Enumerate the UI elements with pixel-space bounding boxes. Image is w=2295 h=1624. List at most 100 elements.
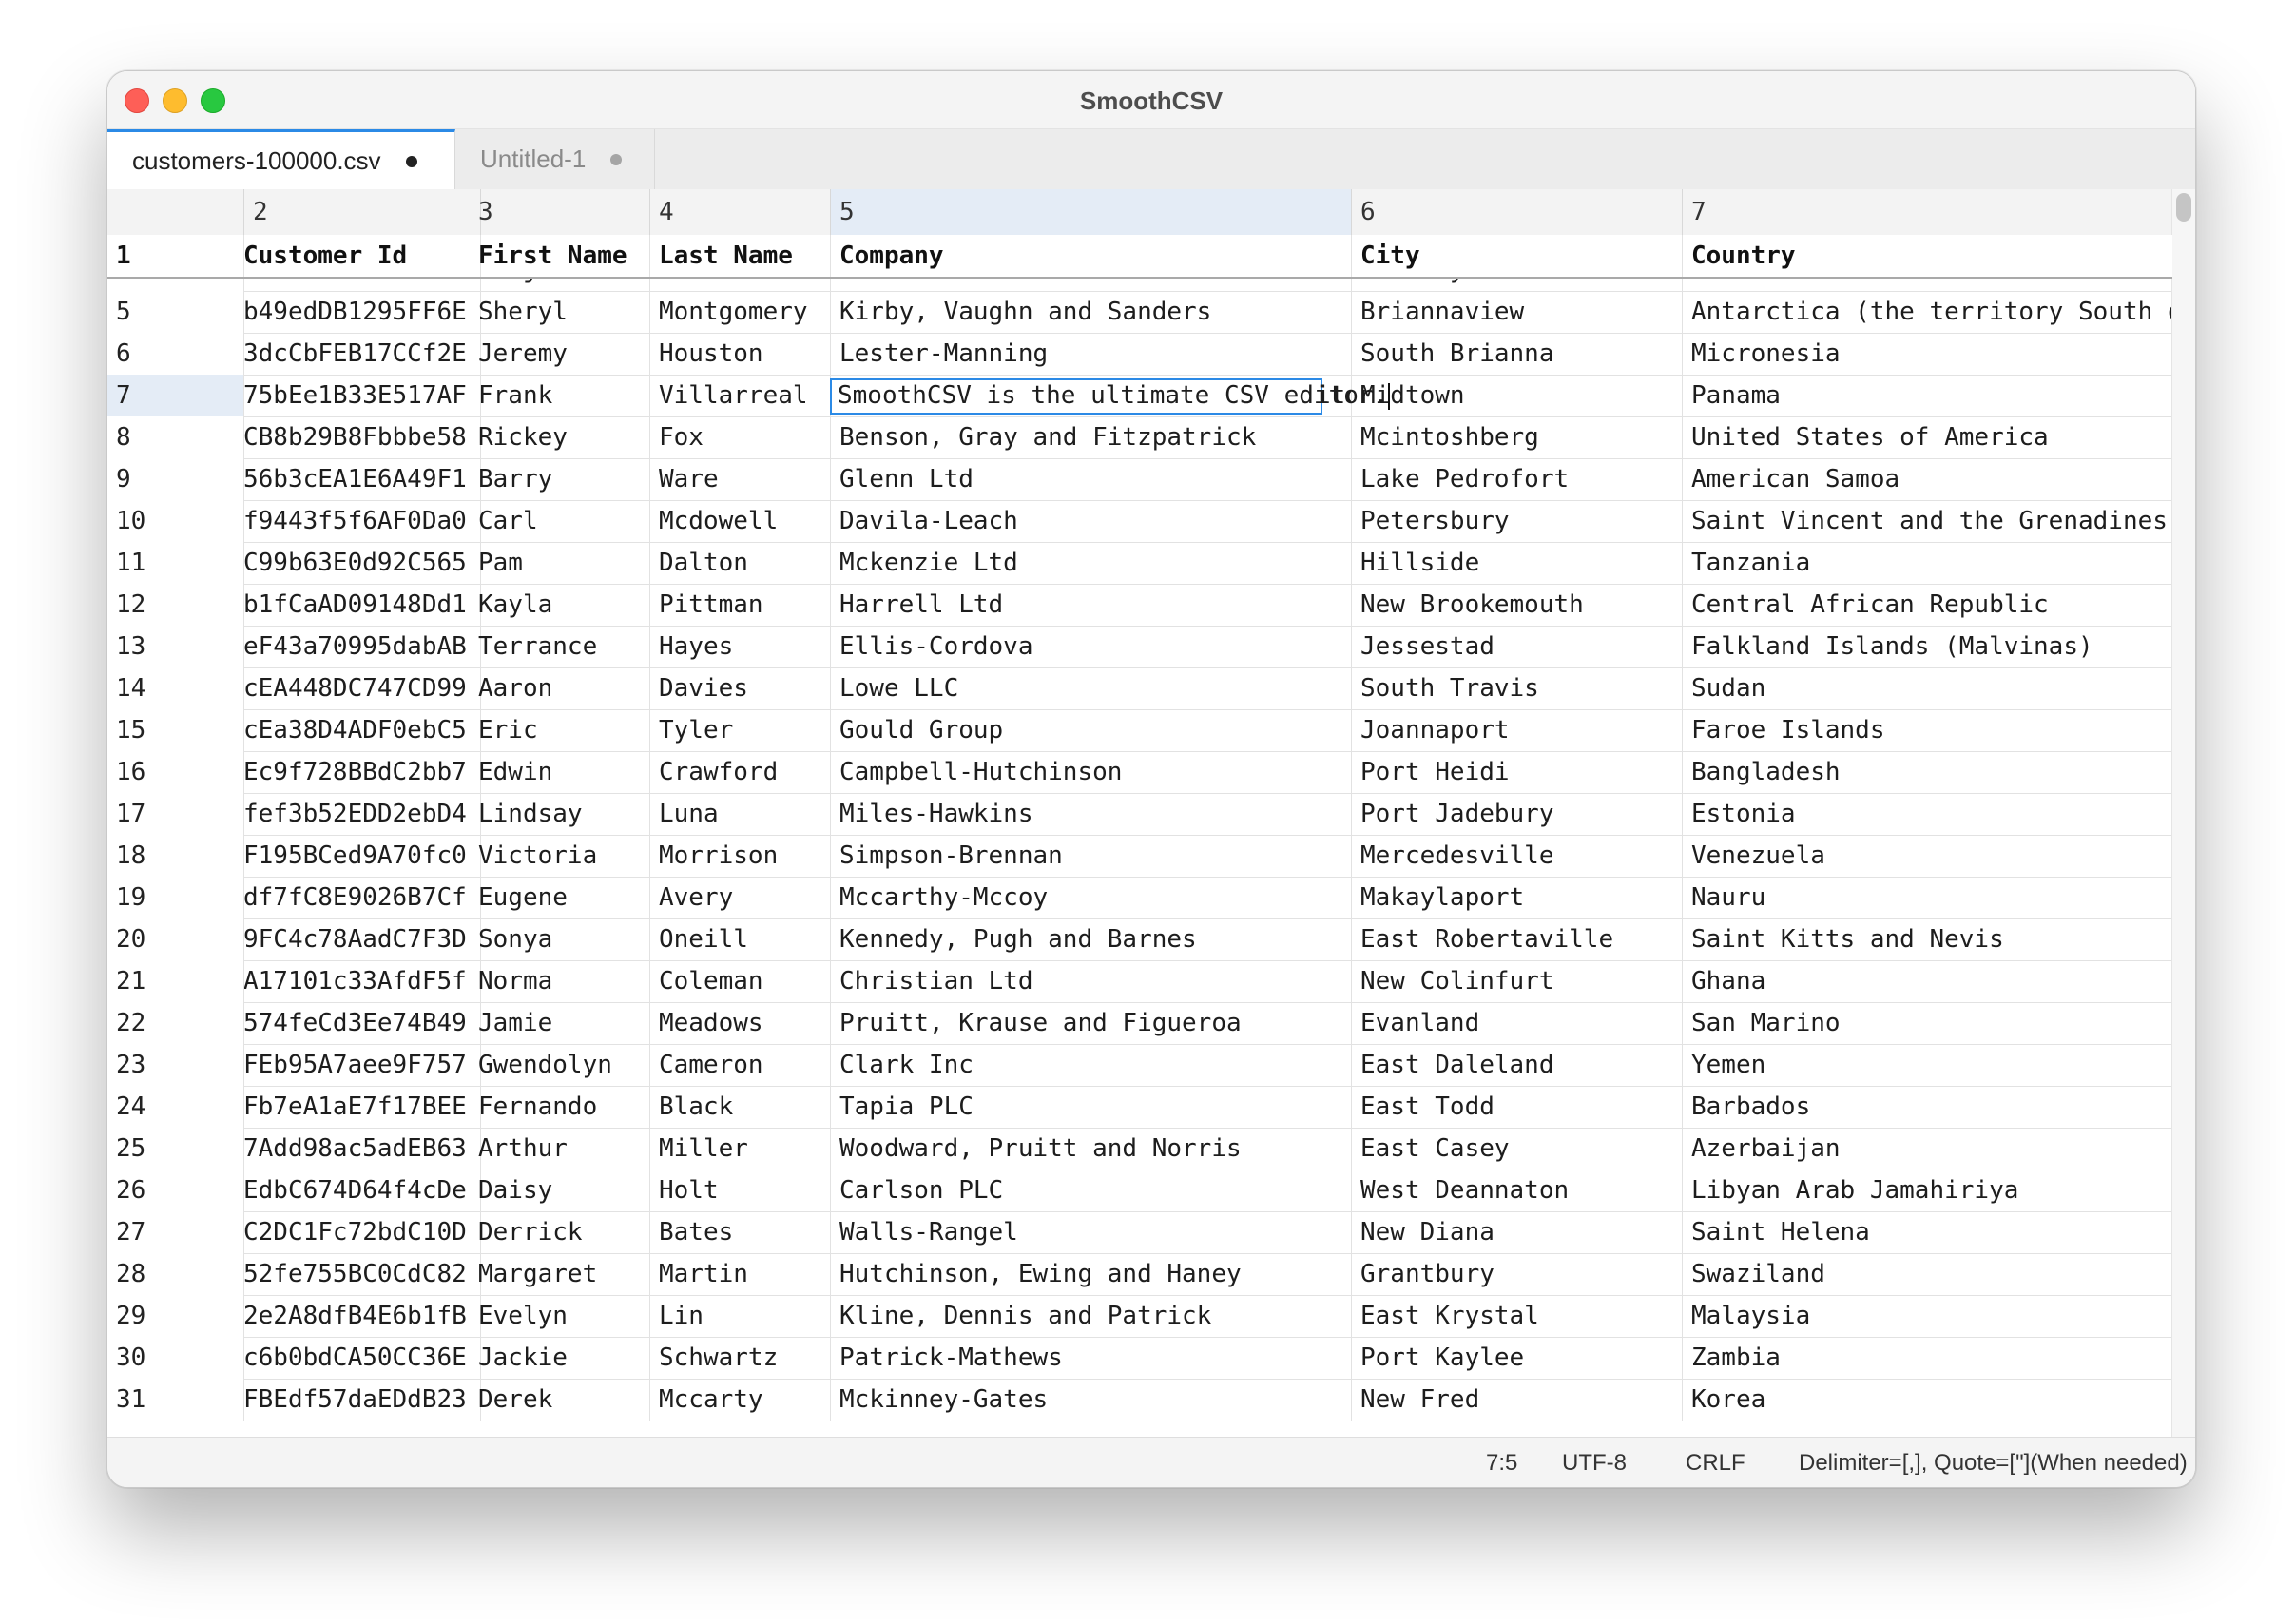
table-cell[interactable]: Margaret — [470, 1253, 650, 1295]
table-cell[interactable]: East Krystal — [1352, 1295, 1683, 1337]
table-cell[interactable]: Walls-Rangel — [831, 1211, 1352, 1253]
table-cell[interactable]: Evanland — [1352, 1002, 1683, 1044]
table-cell[interactable]: East Todd — [1352, 1086, 1683, 1128]
table-cell[interactable]: Victoria — [470, 835, 650, 877]
column-number-3[interactable]: 3 — [470, 189, 650, 235]
table-cell[interactable]: Meadows — [650, 1002, 831, 1044]
row-number[interactable]: 6 — [107, 333, 244, 375]
table-cell[interactable]: Derrick — [470, 1211, 650, 1253]
table-cell[interactable]: Saint Helena — [1683, 1211, 2172, 1253]
table-cell[interactable]: Jackie — [470, 1337, 650, 1379]
table-cell[interactable]: Falkland Islands (Malvinas) — [1683, 626, 2172, 667]
column-header-cell[interactable]: Country — [1683, 235, 2172, 277]
column-header-cell[interactable]: City — [1352, 235, 1683, 277]
table-cell[interactable]: Eugene — [470, 877, 650, 918]
row-number[interactable]: 27 — [107, 1211, 244, 1253]
table-cell[interactable]: Harrell Ltd — [831, 584, 1352, 626]
table-cell[interactable]: 2e2A8dfB4E6b1fB — [244, 1295, 481, 1337]
table-cell[interactable]: Ec9f728BBdC2bb7 — [244, 751, 481, 793]
table-cell[interactable]: Nauru — [1683, 877, 2172, 918]
table-cell[interactable]: Bangladesh — [1683, 751, 2172, 793]
table-cell[interactable]: 3dcCbFEB17CCf2E — [244, 333, 481, 375]
table-cell[interactable]: Mcdowell — [650, 500, 831, 542]
table-cell[interactable]: CB8b29B8Fbbbe58 — [244, 416, 481, 458]
table-cell[interactable]: f9443f5f6AF0Da0 — [244, 500, 481, 542]
table-cell[interactable]: Lowe LLC — [831, 667, 1352, 709]
table-cell[interactable]: Faroe Islands — [1683, 709, 2172, 751]
table-cell[interactable]: Villarreal — [650, 375, 831, 416]
table-cell[interactable]: Eric — [470, 709, 650, 751]
column-header-cell[interactable]: Last Name — [650, 235, 831, 277]
table-cell[interactable]: Houston — [650, 333, 831, 375]
table-cell[interactable]: Fernando — [470, 1086, 650, 1128]
table-cell[interactable]: Carlson PLC — [831, 1170, 1352, 1211]
table-cell[interactable]: Kayla — [470, 584, 650, 626]
table-cell[interactable]: Schwartz — [650, 1337, 831, 1379]
table-cell[interactable]: b1fCaAD09148Dd1 — [244, 584, 481, 626]
table-cell[interactable]: Antarctica (the territory South of 60 de… — [1683, 291, 2172, 333]
table-cell[interactable]: Sonya — [470, 918, 650, 960]
table-cell[interactable]: Davies — [650, 667, 831, 709]
table-cell[interactable]: Sudan — [1683, 667, 2172, 709]
table-cell[interactable]: 56b3cEA1E6A49F1 — [244, 458, 481, 500]
table-cell[interactable]: Gould Group — [831, 709, 1352, 751]
table-cell[interactable]: New Colinfurt — [1352, 960, 1683, 1002]
column-number-4[interactable]: 4 — [650, 189, 831, 235]
table-cell[interactable]: Mccarthy-Mccoy — [831, 877, 1352, 918]
row-number[interactable]: 12 — [107, 584, 244, 626]
table-cell[interactable]: Midtown — [1352, 375, 1683, 416]
table-cell[interactable]: FEb95A7aee9F757 — [244, 1044, 481, 1086]
table-cell[interactable]: Ellis-Cordova — [831, 626, 1352, 667]
table-cell[interactable]: Fox — [650, 416, 831, 458]
table-cell[interactable]: 7Add98ac5adEB63 — [244, 1128, 481, 1170]
row-number[interactable]: 18 — [107, 835, 244, 877]
column-number-5[interactable]: 5 — [831, 189, 1352, 235]
spreadsheet-grid[interactable]: 234567 49FF9ACbc69dcF9cElijahBarreraMark… — [107, 189, 2172, 1485]
table-cell[interactable]: Port Heidi — [1352, 751, 1683, 793]
table-cell[interactable]: Lester-Manning — [831, 333, 1352, 375]
table-cell[interactable]: C2DC1Fc72bdC10D — [244, 1211, 481, 1253]
row-number[interactable]: 26 — [107, 1170, 244, 1211]
table-cell[interactable]: Tanzania — [1683, 542, 2172, 584]
table-cell[interactable]: df7fC8E9026B7Cf — [244, 877, 481, 918]
table-cell[interactable]: Cameron — [650, 1044, 831, 1086]
table-cell[interactable]: Simpson-Brennan — [831, 835, 1352, 877]
table-cell[interactable]: Miles-Hawkins — [831, 793, 1352, 835]
table-cell[interactable]: Pam — [470, 542, 650, 584]
table-cell[interactable]: 75bEe1B33E517AF — [244, 375, 481, 416]
tab-untitled-1[interactable]: Untitled-1 — [455, 129, 655, 189]
table-cell[interactable]: Jamie — [470, 1002, 650, 1044]
table-cell[interactable]: Carl — [470, 500, 650, 542]
table-cell[interactable]: Petersbury — [1352, 500, 1683, 542]
table-cell[interactable]: 574feCd3Ee74B49 — [244, 1002, 481, 1044]
table-cell[interactable]: Central African Republic — [1683, 584, 2172, 626]
column-number-2[interactable]: 2 — [244, 189, 481, 235]
table-cell[interactable]: Oneill — [650, 918, 831, 960]
row-number[interactable]: 14 — [107, 667, 244, 709]
table-cell[interactable]: Barbados — [1683, 1086, 2172, 1128]
table-cell[interactable]: Bates — [650, 1211, 831, 1253]
table-cell[interactable]: Tyler — [650, 709, 831, 751]
table-cell[interactable]: F195BCed9A70fc0 — [244, 835, 481, 877]
vertical-scroll-thumb[interactable] — [2176, 193, 2191, 222]
table-cell[interactable]: Swaziland — [1683, 1253, 2172, 1295]
table-cell[interactable]: South Brianna — [1352, 333, 1683, 375]
table-cell[interactable]: Lindsay — [470, 793, 650, 835]
table-cell[interactable]: Rickey — [470, 416, 650, 458]
table-cell[interactable]: Ware — [650, 458, 831, 500]
table-cell[interactable]: Lake Pedrofort — [1352, 458, 1683, 500]
table-cell[interactable]: Holt — [650, 1170, 831, 1211]
table-cell[interactable]: Yemen — [1683, 1044, 2172, 1086]
table-cell[interactable]: Dalton — [650, 542, 831, 584]
column-header-cell[interactable]: Customer Id — [244, 235, 481, 277]
table-cell[interactable]: Pruitt, Krause and Figueroa — [831, 1002, 1352, 1044]
table-cell[interactable]: East Casey — [1352, 1128, 1683, 1170]
table-cell[interactable]: Jeremy — [470, 333, 650, 375]
table-cell[interactable]: Frank — [470, 375, 650, 416]
table-cell[interactable]: Sheryl — [470, 291, 650, 333]
row-number[interactable]: 30 — [107, 1337, 244, 1379]
table-cell[interactable]: Davila-Leach — [831, 500, 1352, 542]
row-number[interactable]: 15 — [107, 709, 244, 751]
table-cell[interactable]: Barry — [470, 458, 650, 500]
table-cell[interactable]: Derek — [470, 1379, 650, 1421]
